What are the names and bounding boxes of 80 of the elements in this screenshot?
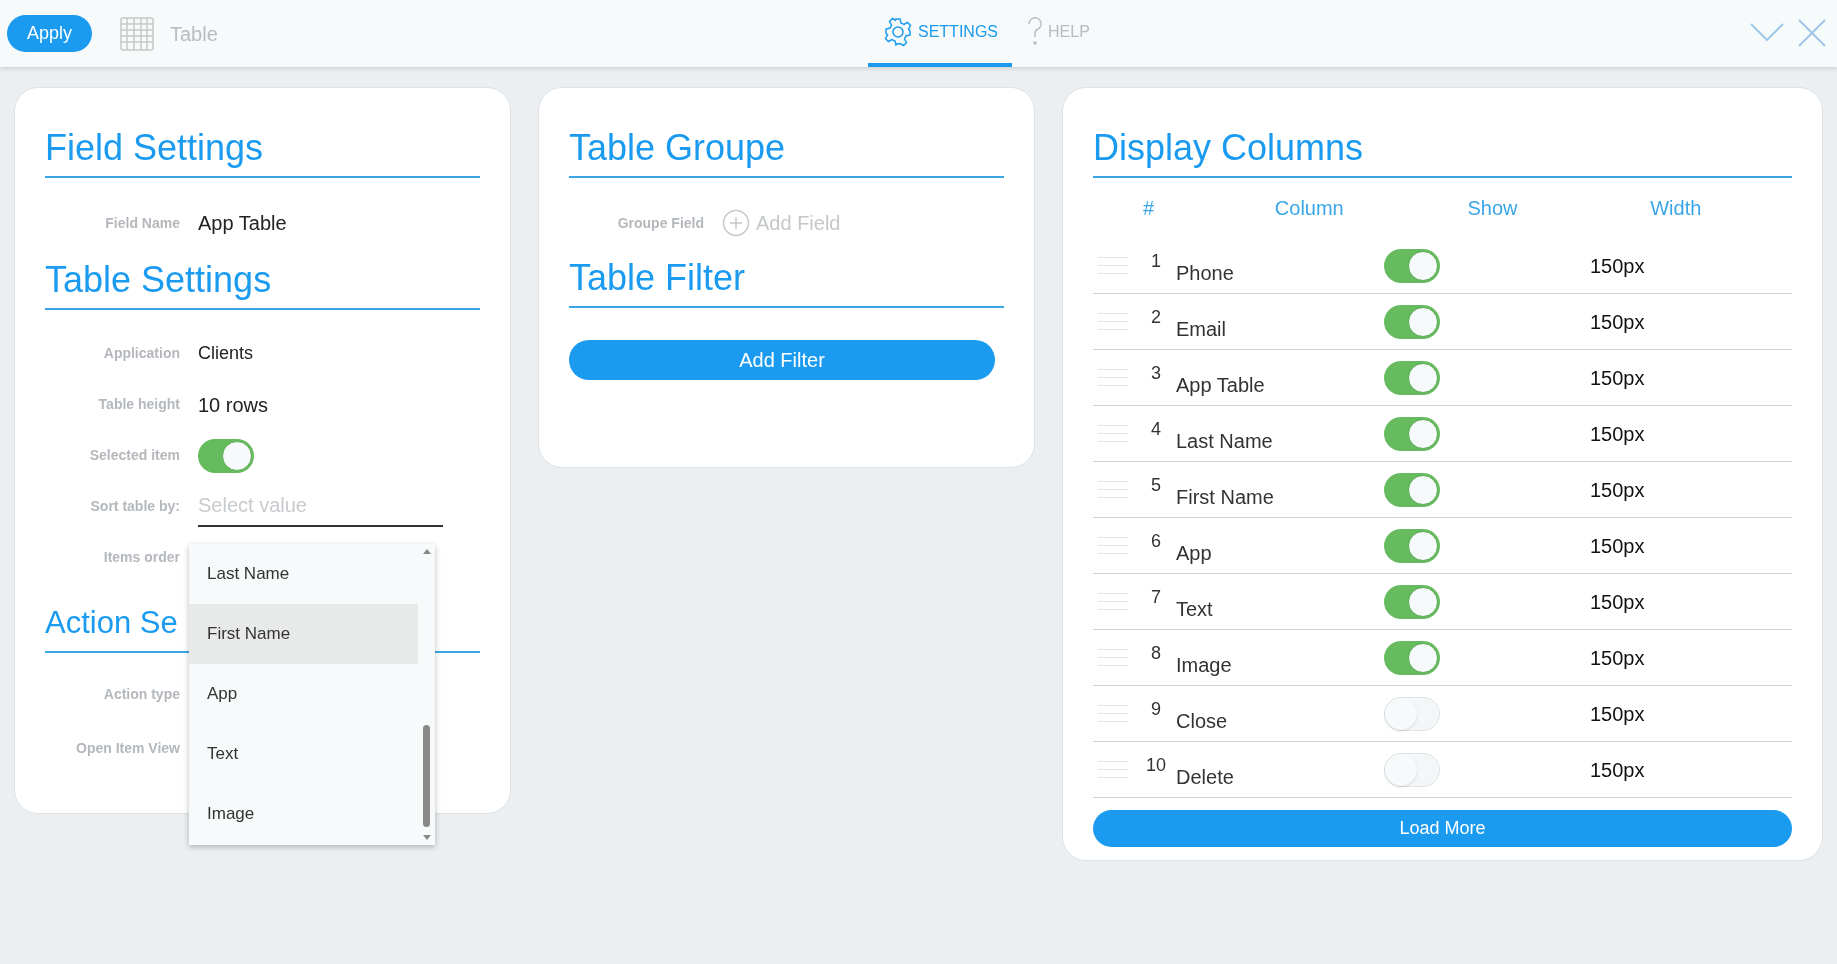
field-value: Clients bbox=[198, 342, 254, 365]
toggle-switch[interactable] bbox=[1384, 248, 1440, 283]
column-header: Show bbox=[1466, 196, 1519, 221]
table-title: Table bbox=[170, 21, 218, 47]
table-icon bbox=[120, 16, 154, 51]
row-number: 2 bbox=[1150, 306, 1162, 329]
tab[interactable]: SETTINGS bbox=[868, 0, 1012, 67]
add-filter-button[interactable]: Add Filter bbox=[569, 340, 995, 380]
field-value: 10 rows bbox=[198, 392, 269, 418]
dropdown-option[interactable]: Image bbox=[189, 784, 418, 844]
toggle-switch[interactable] bbox=[1384, 640, 1440, 675]
tab[interactable]: HELP bbox=[1012, 0, 1104, 67]
column-name: Email bbox=[1176, 316, 1227, 342]
toggle-switch[interactable] bbox=[1384, 752, 1440, 787]
settings-icon bbox=[882, 15, 914, 48]
section-heading: Display Columns bbox=[1093, 126, 1792, 178]
field-label: Sort table by: bbox=[89, 497, 180, 516]
width-value: 150px bbox=[1590, 477, 1645, 503]
column-name: App Table bbox=[1176, 372, 1266, 398]
width-value: 150px bbox=[1590, 701, 1645, 727]
width-value: 150px bbox=[1590, 253, 1645, 279]
section-heading: Field Settings bbox=[45, 126, 480, 178]
field-label: Groupe Field bbox=[616, 213, 704, 233]
toggle-switch[interactable] bbox=[198, 438, 254, 473]
row-number: 10 bbox=[1146, 754, 1166, 777]
row-number: 7 bbox=[1150, 586, 1162, 609]
width-value: 150px bbox=[1590, 645, 1645, 671]
toggle-switch[interactable] bbox=[1384, 472, 1440, 507]
section-heading: Table Settings bbox=[45, 258, 480, 310]
section-heading: Table Groupe bbox=[569, 126, 1004, 178]
width-value: 150px bbox=[1590, 533, 1645, 559]
apply-button[interactable]: Apply bbox=[7, 15, 92, 52]
row-number: 1 bbox=[1150, 250, 1162, 273]
row-number: 9 bbox=[1150, 698, 1162, 721]
column-header: # bbox=[1142, 196, 1156, 221]
row-number: 8 bbox=[1150, 642, 1162, 665]
field-label: Selected item bbox=[88, 446, 180, 465]
column-header: Column bbox=[1273, 196, 1345, 221]
row-number: 4 bbox=[1150, 418, 1162, 441]
column-name: Last Name bbox=[1176, 428, 1274, 454]
help-icon bbox=[1026, 15, 1044, 48]
toggle-switch[interactable] bbox=[1384, 416, 1440, 451]
close-icon[interactable] bbox=[1797, 18, 1827, 48]
dropdown-option[interactable]: Text bbox=[189, 724, 418, 784]
collapse-icon[interactable] bbox=[1750, 22, 1784, 42]
toggle-switch[interactable] bbox=[1384, 304, 1440, 339]
field-label: Items order bbox=[102, 548, 180, 567]
width-value: 150px bbox=[1590, 309, 1645, 335]
width-value: 150px bbox=[1590, 365, 1645, 391]
field-label: Action type bbox=[102, 685, 180, 704]
row-number: 5 bbox=[1150, 474, 1162, 497]
plus-icon bbox=[722, 209, 750, 237]
section-heading: Table Filter bbox=[569, 256, 1004, 308]
field-label: Application bbox=[102, 344, 180, 363]
dropdown-option[interactable]: App bbox=[189, 664, 418, 724]
toggle-switch[interactable] bbox=[1384, 584, 1440, 619]
dropdown-option[interactable]: Last Name bbox=[189, 544, 418, 604]
row-number: 3 bbox=[1150, 362, 1162, 385]
toggle-switch[interactable] bbox=[1384, 528, 1440, 563]
load-more-button[interactable]: Load More bbox=[1093, 810, 1792, 847]
width-value: 150px bbox=[1590, 589, 1645, 615]
column-name: Text bbox=[1176, 596, 1214, 622]
width-value: 150px bbox=[1590, 757, 1645, 783]
toggle-switch[interactable] bbox=[1384, 360, 1440, 395]
field-label: Table height bbox=[97, 395, 180, 414]
field-value: App Table bbox=[198, 211, 287, 236]
add-field-button[interactable]: Add Field bbox=[722, 208, 841, 238]
column-name: App bbox=[1176, 540, 1213, 566]
width-value: 150px bbox=[1590, 421, 1645, 447]
toggle-switch[interactable] bbox=[1384, 696, 1440, 731]
column-name: Close bbox=[1176, 708, 1229, 734]
column-name: First Name bbox=[1176, 484, 1275, 510]
column-name: Delete bbox=[1176, 764, 1235, 790]
field-label: Open Item View bbox=[75, 739, 180, 758]
dropdown-option[interactable]: First Name bbox=[189, 604, 418, 664]
column-name: Phone bbox=[1176, 260, 1235, 286]
column-header: Width bbox=[1649, 196, 1703, 221]
field-label: Field Name bbox=[104, 213, 180, 233]
column-name: Image bbox=[1176, 652, 1233, 678]
row-number: 6 bbox=[1150, 530, 1162, 553]
